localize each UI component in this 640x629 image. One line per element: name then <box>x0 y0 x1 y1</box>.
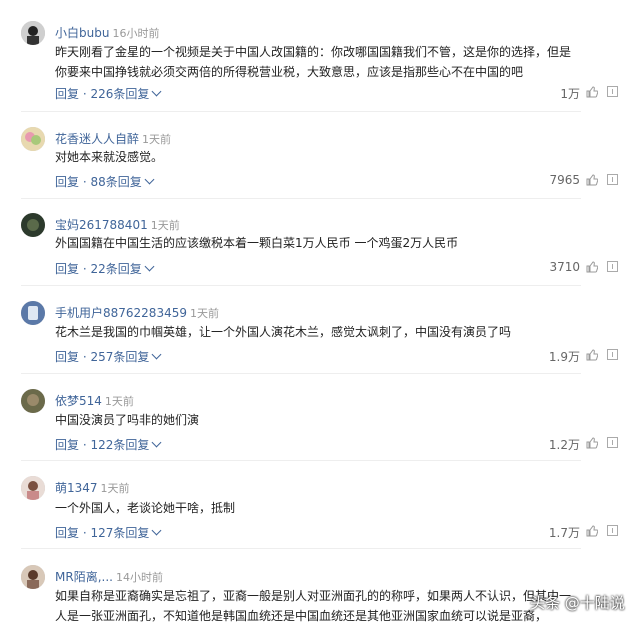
divider <box>21 111 581 112</box>
comment-text: 花木兰是我国的巾帼英雄，让一个外国人演花木兰，感觉太讽刺了，中国没有演员了吗 <box>55 325 512 339</box>
comment-text: 中国没演员了吗非的她们演 <box>55 413 200 427</box>
like-count: 1.7万 <box>548 526 580 540</box>
username-text[interactable]: MR陌离,... <box>55 570 113 584</box>
avatar[interactable] <box>21 21 45 45</box>
divider <box>21 198 581 199</box>
chevron-down-icon <box>151 86 162 97</box>
like-count: 1.2万 <box>548 438 580 452</box>
report-icon[interactable] <box>607 437 618 448</box>
like-count: 1.9万 <box>548 350 580 364</box>
username[interactable]: 依梦514 1天前 <box>55 392 134 409</box>
comment-text: 如果自称是亚裔确实是忘祖了，亚裔一般是别人对亚洲面孔的的称呼，如果两人不认识，但… <box>55 589 572 623</box>
report-icon[interactable] <box>607 525 618 536</box>
like-count: 7965 <box>549 173 580 187</box>
comment-time: 14小时前 <box>115 571 163 584</box>
chevron-down-icon <box>151 437 162 448</box>
reply-count[interactable]: 回复 · 22条回复 <box>55 262 142 276</box>
avatar[interactable] <box>21 127 45 151</box>
divider <box>21 548 581 549</box>
comment-text: 昨天刚看了金星的一个视频是关于中国人改国籍的：你改哪国国籍我们不管，这是你的选择… <box>55 45 572 79</box>
reply-link[interactable]: 回复 · 226条回复 <box>55 85 162 102</box>
username[interactable]: 小白bubu 16小时前 <box>55 24 159 41</box>
username-text[interactable]: 宝妈261788401 <box>55 218 148 232</box>
chevron-down-icon <box>151 349 162 360</box>
chevron-down-icon <box>144 174 155 185</box>
reply-count[interactable]: 回复 · 122条回复 <box>55 438 149 452</box>
divider <box>21 373 581 374</box>
reply-link[interactable]: 回复 · 88条回复 <box>55 173 155 190</box>
thumb-up-icon[interactable] <box>586 174 598 186</box>
username-text[interactable]: 手机用户88762283459 <box>55 306 187 320</box>
thumb-up-icon[interactable] <box>586 437 598 449</box>
reply-count[interactable]: 回复 · 88条回复 <box>55 175 142 189</box>
reply-count[interactable]: 回复 · 127条回复 <box>55 526 149 540</box>
report-icon[interactable] <box>607 349 618 360</box>
avatar[interactable] <box>21 389 45 413</box>
comment-time: 1天前 <box>100 482 130 495</box>
thumb-up-icon[interactable] <box>586 349 598 361</box>
reply-count[interactable]: 回复 · 226条回复 <box>55 87 149 101</box>
report-icon[interactable] <box>607 261 618 272</box>
like-count: 1万 <box>560 87 580 101</box>
username[interactable]: 宝妈261788401 1天前 <box>55 216 180 233</box>
divider <box>21 460 581 461</box>
username-text[interactable]: 花香迷人人自醉 <box>55 132 139 146</box>
comment-time: 1天前 <box>150 219 180 232</box>
username-text[interactable]: 依梦514 <box>55 394 102 408</box>
thumb-up-icon[interactable] <box>586 525 598 537</box>
avatar[interactable] <box>21 565 45 589</box>
thumb-up-icon[interactable] <box>586 86 598 98</box>
thumb-up-icon[interactable] <box>586 261 598 273</box>
like-count: 3710 <box>549 260 580 274</box>
avatar[interactable] <box>21 213 45 237</box>
chevron-down-icon <box>144 261 155 272</box>
comment-time: 1天前 <box>142 133 172 146</box>
report-icon[interactable] <box>607 174 618 185</box>
username[interactable]: 手机用户88762283459 1天前 <box>55 304 219 321</box>
reply-link[interactable]: 回复 · 127条回复 <box>55 524 162 541</box>
reply-link[interactable]: 回复 · 122条回复 <box>55 436 162 453</box>
avatar[interactable] <box>21 301 45 325</box>
report-icon[interactable] <box>607 86 618 97</box>
comment-time: 1天前 <box>104 395 134 408</box>
comment-time: 16小时前 <box>112 27 160 40</box>
comment-time: 1天前 <box>189 307 219 320</box>
comment-text: 外国国籍在中国生活的应该缴税本着一颗白菜1万人民币 一个鸡蛋2万人民币 <box>55 236 459 250</box>
username[interactable]: 花香迷人人自醉 1天前 <box>55 130 171 147</box>
chevron-down-icon <box>151 525 162 536</box>
reply-link[interactable]: 回复 · 22条回复 <box>55 260 155 277</box>
comment-text: 一个外国人，老谈论她干啥，抵制 <box>55 501 236 515</box>
comment-text: 对她本来就没感觉。 <box>55 150 164 164</box>
username-text[interactable]: 小白bubu <box>55 26 109 40</box>
watermark: 头条 @十陆说 <box>530 594 625 612</box>
avatar[interactable] <box>21 476 45 500</box>
username[interactable]: 萌1347 1天前 <box>55 479 130 496</box>
reply-link[interactable]: 回复 · 257条回复 <box>55 348 162 365</box>
username-text[interactable]: 萌1347 <box>55 481 98 495</box>
reply-count[interactable]: 回复 · 257条回复 <box>55 350 149 364</box>
username[interactable]: MR陌离,... 14小时前 <box>55 568 163 585</box>
divider <box>21 285 581 286</box>
